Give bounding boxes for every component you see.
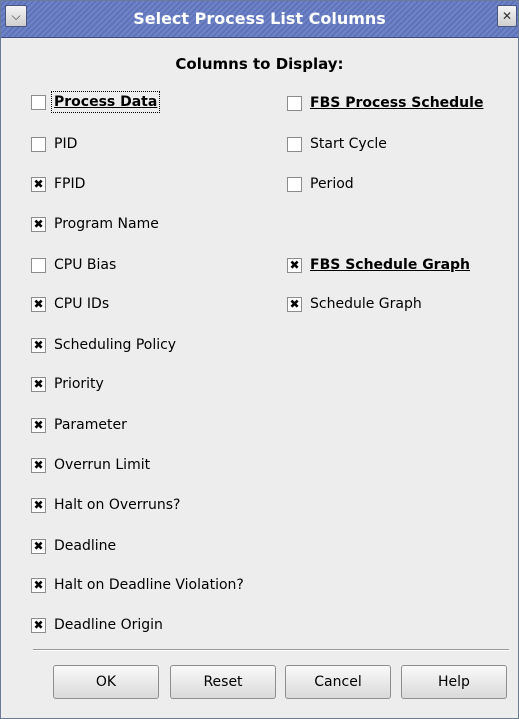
checkbox-checked-icon[interactable]	[287, 257, 302, 273]
checkbox-checked-icon[interactable]	[287, 296, 302, 312]
option-label: Priority	[54, 376, 104, 392]
checkbox-icon[interactable]	[287, 136, 302, 152]
dialog-window: ⌵ Select Process List Columns ✕ Columns …	[0, 0, 519, 719]
checkbox-checked-icon[interactable]	[31, 617, 46, 633]
option-deadline-origin[interactable]: Deadline Origin	[31, 615, 163, 635]
option-label: CPU IDs	[54, 296, 110, 312]
option-program-name[interactable]: Program Name	[31, 214, 159, 234]
option-scheduling-policy[interactable]: Scheduling Policy	[31, 335, 176, 355]
option-period[interactable]: Period	[287, 174, 354, 194]
option-halt-on-overruns[interactable]: Halt on Overruns?	[31, 495, 180, 515]
title-bar[interactable]: ⌵ Select Process List Columns ✕	[1, 1, 518, 38]
columns-heading: Columns to Display:	[175, 55, 344, 73]
option-fbs-schedule-graph[interactable]: FBS Schedule Graph	[287, 255, 470, 275]
window-title: Select Process List Columns	[133, 9, 386, 28]
option-label: Halt on Overruns?	[54, 497, 181, 513]
option-label: Halt on Deadline Violation?	[54, 577, 244, 593]
ok-button[interactable]: OK	[53, 665, 159, 699]
checkbox-icon[interactable]	[31, 136, 46, 152]
option-overrun-limit[interactable]: Overrun Limit	[31, 455, 150, 475]
checkbox-icon[interactable]	[31, 94, 46, 110]
checkbox-icon[interactable]	[31, 257, 46, 273]
option-deadline[interactable]: Deadline	[31, 536, 116, 556]
checkbox-checked-icon[interactable]	[31, 376, 46, 392]
option-cpu-ids[interactable]: CPU IDs	[31, 294, 109, 314]
cancel-button[interactable]: Cancel	[285, 665, 391, 699]
option-cpu-bias[interactable]: CPU Bias	[31, 255, 116, 275]
option-halt-on-deadline-violation[interactable]: Halt on Deadline Violation?	[31, 575, 244, 595]
reset-button[interactable]: Reset	[170, 665, 276, 699]
checkbox-checked-icon[interactable]	[31, 538, 46, 554]
checkbox-checked-icon[interactable]	[31, 457, 46, 473]
option-label: FBS Schedule Graph	[310, 257, 471, 273]
checkbox-checked-icon[interactable]	[31, 176, 46, 192]
option-parameter[interactable]: Parameter	[31, 415, 127, 435]
checkbox-icon[interactable]	[287, 176, 302, 192]
option-label: FBS Process Schedule	[310, 95, 484, 111]
option-label: CPU Bias	[54, 257, 117, 273]
option-label: Period	[310, 176, 354, 192]
option-priority[interactable]: Priority	[31, 374, 104, 394]
option-pid[interactable]: PID	[31, 134, 77, 154]
checkbox-checked-icon[interactable]	[31, 296, 46, 312]
option-label: PID	[54, 136, 78, 152]
option-label: FPID	[54, 176, 86, 192]
option-process-data[interactable]: Process Data	[31, 91, 161, 113]
option-label: Start Cycle	[310, 136, 387, 152]
option-label: Overrun Limit	[54, 457, 151, 473]
checkbox-checked-icon[interactable]	[31, 577, 46, 593]
option-label: Schedule Graph	[310, 296, 422, 312]
checkbox-icon[interactable]	[287, 95, 302, 111]
help-button[interactable]: Help	[401, 665, 507, 699]
checkbox-checked-icon[interactable]	[31, 337, 46, 353]
option-label: Deadline	[54, 538, 117, 554]
option-fpid[interactable]: FPID	[31, 174, 85, 194]
option-label: Deadline Origin	[54, 617, 163, 633]
option-start-cycle[interactable]: Start Cycle	[287, 134, 387, 154]
option-label: Scheduling Policy	[54, 337, 177, 353]
checkbox-checked-icon[interactable]	[31, 417, 46, 433]
divider	[33, 649, 509, 651]
option-label: Parameter	[54, 417, 127, 433]
checkbox-checked-icon[interactable]	[31, 216, 46, 232]
option-label: Process Data	[50, 91, 161, 113]
option-schedule-graph[interactable]: Schedule Graph	[287, 294, 422, 314]
checkbox-checked-icon[interactable]	[31, 497, 46, 513]
option-label: Program Name	[54, 216, 159, 232]
close-icon[interactable]: ✕	[497, 5, 517, 27]
option-fbs-process-schedule[interactable]: FBS Process Schedule	[287, 93, 483, 113]
